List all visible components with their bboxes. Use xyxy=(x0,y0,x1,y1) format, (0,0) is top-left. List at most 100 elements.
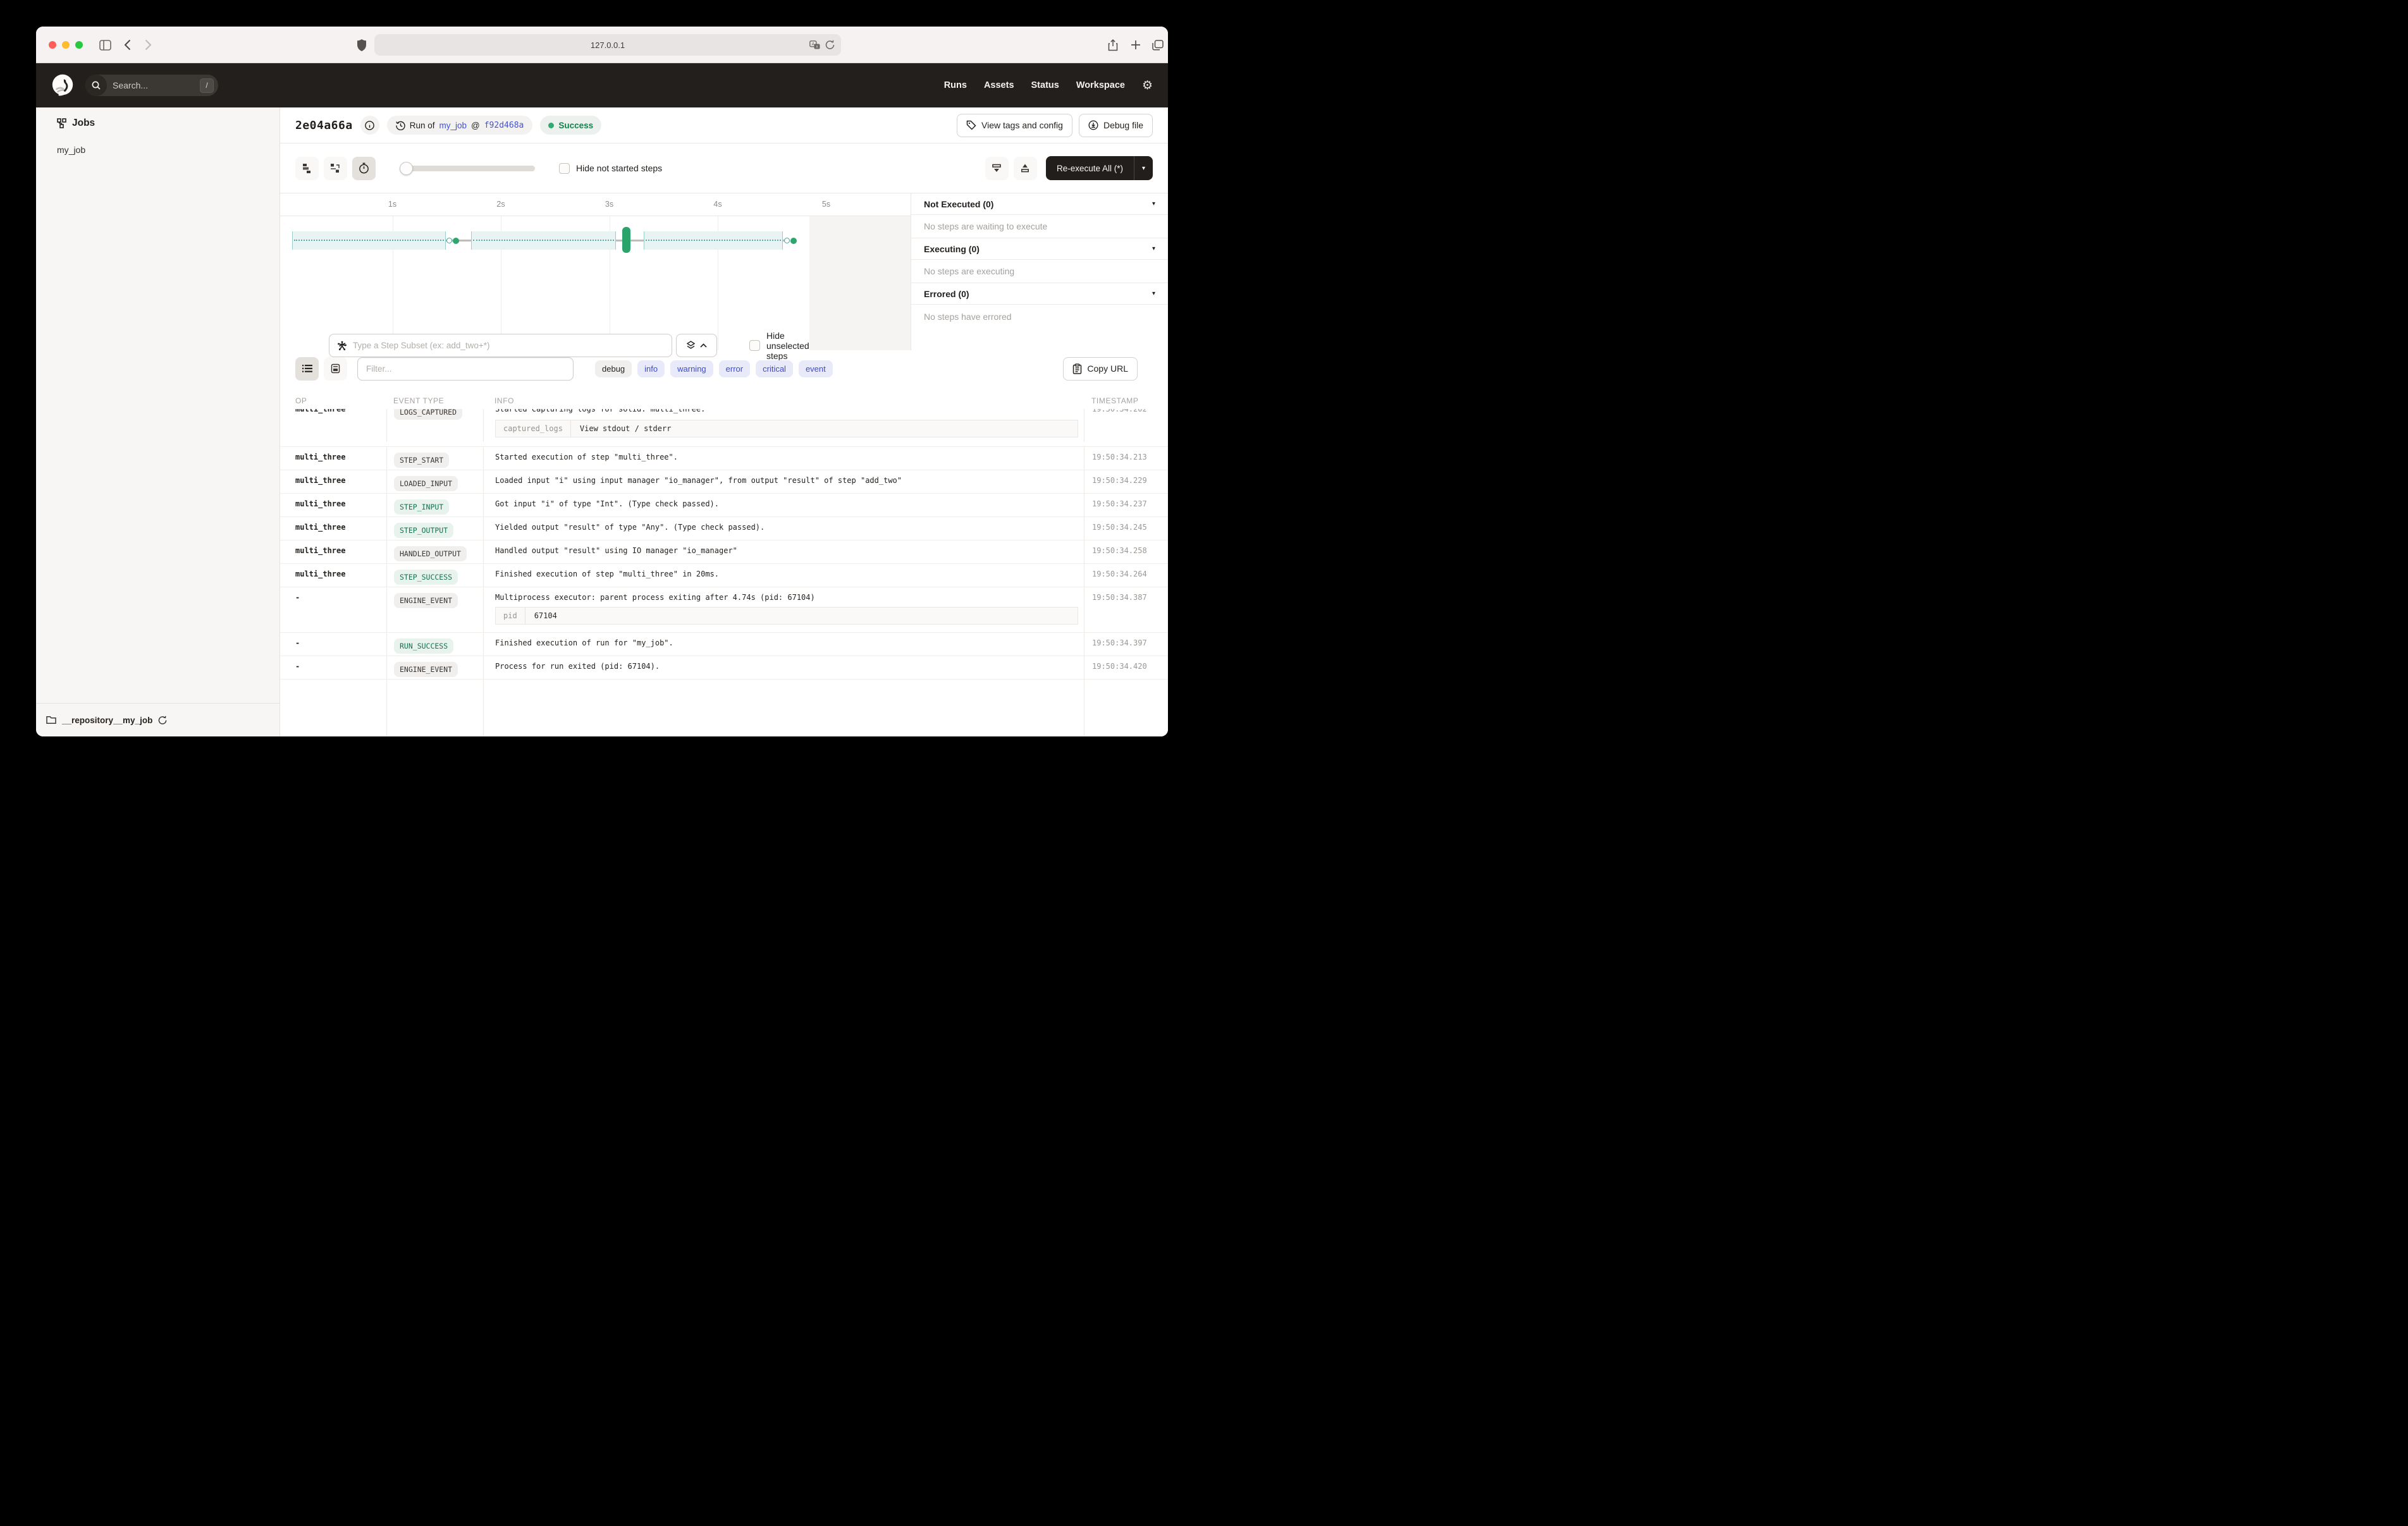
view-timing-button[interactable] xyxy=(352,157,376,180)
forward-icon[interactable] xyxy=(145,27,152,63)
nav-item-assets[interactable]: Assets xyxy=(984,80,1014,90)
hide-not-started-checkbox[interactable] xyxy=(559,163,570,174)
gantt-marker-dot-end[interactable] xyxy=(790,238,797,244)
log-row-7[interactable]: -ENGINE_EVENTMultiprocess executor: pare… xyxy=(280,587,1168,633)
global-search[interactable]: Search... / xyxy=(85,75,218,96)
log-op-cell: multi_three xyxy=(280,470,386,493)
log-level-chip-event[interactable]: event xyxy=(799,360,833,377)
run-of-pill: Run of my_job @ f92d468a xyxy=(387,116,533,135)
gantt-marker-dot[interactable] xyxy=(453,238,459,244)
log-level-chip-error[interactable]: error xyxy=(719,360,750,377)
log-row-9[interactable]: -ENGINE_EVENTProcess for run exited (pid… xyxy=(280,656,1168,680)
gantt-step-bar[interactable] xyxy=(622,227,630,253)
log-row-0[interactable]: multi_threeLOGS_CAPTUREDStarted capturin… xyxy=(280,409,1168,447)
log-table: OP EVENT TYPE INFO TIMESTAMP multi_three… xyxy=(280,387,1168,736)
gantt-marker-open[interactable] xyxy=(446,238,452,243)
gantt-span-add-two[interactable] xyxy=(471,231,616,250)
search-shortcut-badge: / xyxy=(200,78,214,93)
metadata-value[interactable]: View stdout / stderr xyxy=(571,420,680,437)
log-level-chip-debug[interactable]: debug xyxy=(595,360,632,377)
log-event-type-cell: LOADED_INPUT xyxy=(386,470,483,493)
log-level-chip-info[interactable]: info xyxy=(637,360,665,377)
log-info-text: Handled output "result" using IO manager… xyxy=(495,546,1084,555)
debug-file-button[interactable]: Debug file xyxy=(1079,114,1153,137)
log-row-2[interactable]: multi_threeLOADED_INPUTLoaded input "i" … xyxy=(280,470,1168,494)
panel-section-title: Executing (0) xyxy=(924,244,980,254)
run-info-button[interactable] xyxy=(360,116,379,135)
translate-icon[interactable]: Ax xyxy=(809,40,820,50)
log-row-8[interactable]: -RUN_SUCCESSFinished execution of run fo… xyxy=(280,633,1168,656)
minimize-window-button[interactable] xyxy=(62,41,70,49)
copy-url-label: Copy URL xyxy=(1087,363,1128,374)
view-tags-config-button[interactable]: View tags and config xyxy=(957,114,1072,137)
log-list-view-button[interactable] xyxy=(295,357,319,381)
copy-url-button[interactable]: Copy URL xyxy=(1063,357,1138,381)
log-op-cell: multi_three xyxy=(280,517,386,540)
share-icon[interactable] xyxy=(1108,27,1118,63)
log-level-chip-critical[interactable]: critical xyxy=(756,360,793,377)
expand-all-button[interactable] xyxy=(1014,157,1037,180)
dagster-logo[interactable] xyxy=(51,74,74,97)
log-event-type-cell: STEP_OUTPUT xyxy=(386,517,483,540)
metadata-value[interactable]: 67104 xyxy=(525,607,566,624)
panel-section-header-2[interactable]: Errored (0)▾ xyxy=(911,283,1168,305)
zoom-slider-track[interactable] xyxy=(401,166,535,171)
close-window-button[interactable] xyxy=(49,41,56,49)
log-row-1[interactable]: multi_threeSTEP_STARTStarted execution o… xyxy=(280,447,1168,470)
log-info-cell: Process for run exited (pid: 67104). xyxy=(483,656,1084,679)
reexecute-all-button[interactable]: Re-execute All (*) xyxy=(1046,156,1134,180)
job-link[interactable]: my_job xyxy=(439,121,467,130)
hide-not-started-checkbox-row[interactable]: Hide not started steps xyxy=(559,163,662,174)
new-tab-icon[interactable] xyxy=(1131,27,1141,63)
gantt-marker-open-end[interactable] xyxy=(784,238,790,243)
gantt-span-add-one[interactable] xyxy=(292,231,446,250)
view-waterfall-button[interactable] xyxy=(324,157,347,180)
log-row-3[interactable]: multi_threeSTEP_INPUTGot input "i" of ty… xyxy=(280,494,1168,517)
nav-item-status[interactable]: Status xyxy=(1031,80,1059,90)
event-type-chip: ENGINE_EVENT xyxy=(394,662,458,677)
shield-icon[interactable] xyxy=(357,27,366,63)
log-row-6[interactable]: multi_threeSTEP_SUCCESSFinished executio… xyxy=(280,564,1168,587)
panel-section-header-0[interactable]: Not Executed (0)▾ xyxy=(911,193,1168,215)
collapse-all-button[interactable] xyxy=(985,157,1009,180)
view-flat-button[interactable] xyxy=(295,157,319,180)
log-timestamp-cell: 19:50:34.264 xyxy=(1084,564,1168,587)
sidebar-item-my-job[interactable]: my_job xyxy=(57,145,85,155)
log-row-5[interactable]: multi_threeHANDLED_OUTPUTHandled output … xyxy=(280,540,1168,564)
log-op-cell: multi_three xyxy=(280,564,386,587)
nav-item-runs[interactable]: Runs xyxy=(944,80,967,90)
col-header-op: OP xyxy=(280,396,386,405)
nav-item-workspace[interactable]: Workspace xyxy=(1076,80,1125,90)
log-op-cell: multi_three xyxy=(280,409,386,446)
log-info-cell: Started execution of step "multi_three". xyxy=(483,447,1084,470)
event-type-chip: LOGS_CAPTURED xyxy=(394,409,462,420)
log-section: Filter... debug info warning error critical e… xyxy=(280,350,1168,736)
log-filter-input[interactable]: Filter... xyxy=(357,357,574,381)
log-timestamp-cell: 19:50:34.237 xyxy=(1084,494,1168,516)
reload-icon[interactable] xyxy=(825,40,835,50)
log-structured-view-button[interactable] xyxy=(324,357,347,381)
log-info-cell: Got input "i" of type "Int". (Type check… xyxy=(483,494,1084,516)
log-info-cell: Handled output "result" using IO manager… xyxy=(483,540,1084,563)
zoom-slider[interactable] xyxy=(401,162,535,175)
address-bar[interactable]: 127.0.0.1 Ax xyxy=(374,34,841,56)
log-row-4[interactable]: multi_threeSTEP_OUTPUTYielded output "re… xyxy=(280,517,1168,540)
run-id: 2e04a66a xyxy=(295,119,353,132)
reload-repository-icon[interactable] xyxy=(158,716,167,725)
tabs-overview-icon[interactable] xyxy=(1152,27,1164,63)
snapshot-link[interactable]: f92d468a xyxy=(484,121,524,130)
zoom-slider-thumb[interactable] xyxy=(400,162,413,175)
sidebar-toggle-icon[interactable] xyxy=(99,27,111,63)
log-info-cell: Multiprocess executor: parent process ex… xyxy=(483,587,1084,632)
reexecute-dropdown-button[interactable]: ▾ xyxy=(1134,156,1153,180)
back-icon[interactable] xyxy=(124,27,131,63)
col-header-timestamp: TIMESTAMP xyxy=(1084,396,1168,405)
log-timestamp-cell: 19:50:34.202 xyxy=(1084,409,1168,442)
event-type-chip: LOADED_INPUT xyxy=(394,476,458,491)
hide-unselected-checkbox[interactable] xyxy=(749,340,760,351)
zoom-window-button[interactable] xyxy=(75,41,83,49)
log-level-chip-warning[interactable]: warning xyxy=(670,360,713,377)
gantt-span-multi-three[interactable] xyxy=(644,231,783,250)
panel-section-header-1[interactable]: Executing (0)▾ xyxy=(911,238,1168,260)
settings-gear-icon[interactable]: ⚙ xyxy=(1142,80,1153,92)
